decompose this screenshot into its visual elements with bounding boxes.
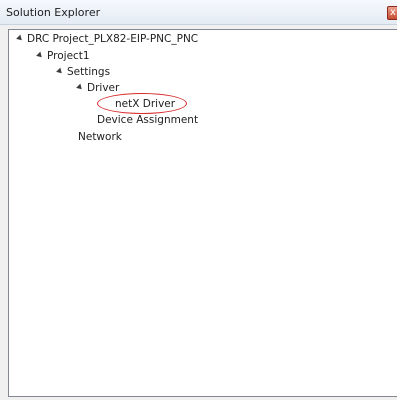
tree-item-netx-driver[interactable]: netX Driver (115, 97, 175, 111)
tree-item-settings[interactable]: Settings (67, 65, 110, 79)
tree-item-driver[interactable]: Driver (87, 81, 119, 95)
tree-item-solution[interactable]: DRC Project_PLX82-EIP-PNC_PNC (27, 32, 198, 46)
tree-item-project[interactable]: Project1 (47, 49, 90, 63)
tree-panel (8, 29, 397, 397)
title-bar: Solution Explorer x (0, 0, 397, 25)
tree-item-network[interactable]: Network (78, 130, 122, 144)
close-icon[interactable]: x (387, 6, 397, 20)
solution-explorer-window: Solution Explorer x DRC Project_PLX82-EI… (0, 0, 397, 400)
window-title: Solution Explorer (6, 6, 101, 19)
tree-item-device-assignment[interactable]: Device Assignment (97, 113, 198, 127)
